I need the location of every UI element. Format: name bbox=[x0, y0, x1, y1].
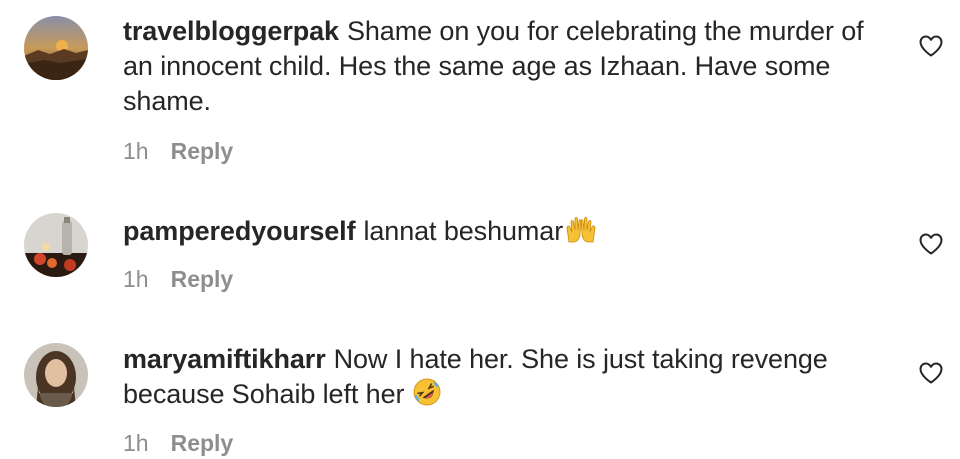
heart-outline-icon[interactable] bbox=[919, 233, 943, 255]
comment-text: pamperedyourself lannat beshumar bbox=[123, 214, 883, 253]
comment-timestamp: 1h bbox=[123, 138, 149, 164]
comment-username[interactable]: pamperedyourself bbox=[123, 216, 356, 246]
comment-body: travelbloggerpak Shame on you for celebra… bbox=[123, 14, 883, 119]
comment-body: maryamiftikharr Now I hate her. She is ju… bbox=[123, 342, 883, 416]
comment-meta: 1h Reply bbox=[123, 430, 233, 457]
rolling-on-floor-laughing-emoji bbox=[412, 377, 442, 416]
comment-text: maryamiftikharr Now I hate her. She is ju… bbox=[123, 342, 883, 416]
reply-button[interactable]: Reply bbox=[171, 266, 234, 292]
comment-body: pamperedyourself lannat beshumar bbox=[123, 214, 883, 253]
comment-meta: 1h Reply bbox=[123, 266, 233, 293]
reply-button[interactable]: Reply bbox=[171, 430, 234, 456]
comment-username[interactable]: travelbloggerpak bbox=[123, 16, 339, 46]
heart-outline-icon[interactable] bbox=[919, 362, 943, 384]
comment-meta: 1h Reply bbox=[123, 138, 233, 165]
comment-content: lannat beshumar bbox=[363, 216, 564, 246]
comment-timestamp: 1h bbox=[123, 266, 149, 292]
avatar[interactable] bbox=[24, 16, 88, 80]
comment-username[interactable]: maryamiftikharr bbox=[123, 344, 326, 374]
reply-button[interactable]: Reply bbox=[171, 138, 234, 164]
comment-timestamp: 1h bbox=[123, 430, 149, 456]
avatar[interactable] bbox=[24, 213, 88, 277]
avatar[interactable] bbox=[24, 343, 88, 407]
raising-hands-emoji bbox=[565, 216, 597, 253]
comment-text: travelbloggerpak Shame on you for celebra… bbox=[123, 14, 883, 119]
heart-outline-icon[interactable] bbox=[919, 35, 943, 57]
